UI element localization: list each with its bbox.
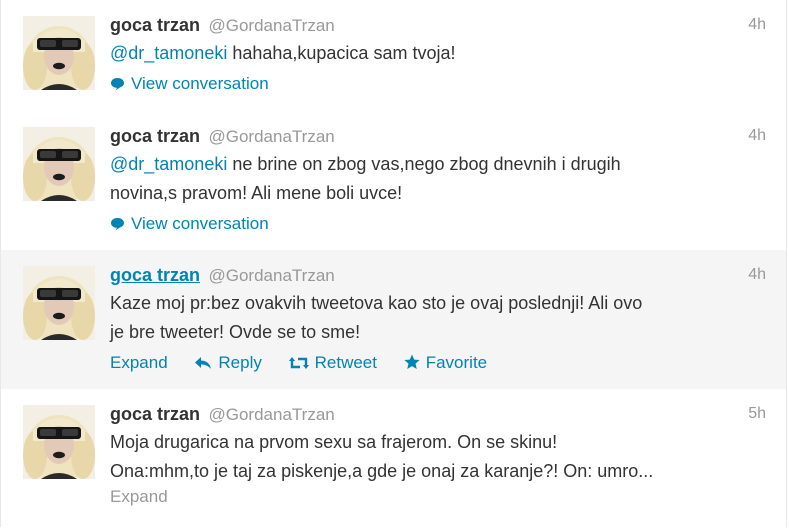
tweet-text: Kaze moj pr:bez ovakvih tweetova kao sto… <box>110 289 766 347</box>
tweet-item[interactable]: goca trzan @GordanaTrzan 4h Kaze moj pr:… <box>1 250 786 390</box>
retweet-label[interactable]: Retweet <box>315 353 377 372</box>
star-icon <box>404 354 420 369</box>
tweet-text: @dr_tamoneki ne brine on zbog vas,nego z… <box>110 150 766 208</box>
tweet-timestamp[interactable]: 4h <box>748 125 766 147</box>
reply-label[interactable]: Reply <box>218 353 261 372</box>
tweet-text-line: Kaze moj pr:bez ovakvih tweetova kao sto… <box>110 293 643 313</box>
avatar[interactable] <box>23 127 95 201</box>
tweet-text-line: novina,s pravom! Ali mene boli uvce! <box>110 183 403 203</box>
tweet-fullname[interactable]: goca trzan <box>110 265 200 285</box>
tweet-timestamp[interactable]: 4h <box>748 264 766 286</box>
reply-button[interactable]: Reply <box>194 353 262 373</box>
reply-icon <box>195 357 212 369</box>
tweet-timestamp[interactable]: 5h <box>748 403 766 425</box>
tweet-actions: Expand Reply Retweet Favorite <box>110 353 766 373</box>
avatar[interactable] <box>23 405 95 479</box>
mention-link[interactable]: @dr_tamoneki <box>110 43 227 63</box>
favorite-button[interactable]: Favorite <box>404 353 487 373</box>
tweet-item[interactable]: goca trzan @GordanaTrzan 5h Moja drugari… <box>1 389 786 529</box>
tweet-item[interactable]: goca trzan @GordanaTrzan 4h @dr_tamoneki… <box>1 0 786 112</box>
tweet-fullname[interactable]: goca trzan <box>110 404 200 424</box>
view-conversation-link[interactable]: View conversation <box>110 214 766 234</box>
tweet-text: Moja drugarica na prvom sexu sa frajerom… <box>110 428 766 486</box>
view-conversation-label[interactable]: View conversation <box>131 214 269 233</box>
conversation-bubble-icon <box>111 78 124 91</box>
tweet-text-line: Ona:mhm,to je taj za piskenje,a gde je o… <box>110 461 654 481</box>
tweet-timestamp[interactable]: 4h <box>748 14 766 36</box>
tweet-screenname[interactable]: @GordanaTrzan <box>208 266 334 285</box>
view-conversation-link[interactable]: View conversation <box>110 74 766 94</box>
tweet-text-line: hahaha,kupacica sam tvoja! <box>227 43 456 63</box>
tweet-timeline: goca trzan @GordanaTrzan 4h @dr_tamoneki… <box>0 0 787 529</box>
tweet-text-line: Moja drugarica na prvom sexu sa frajerom… <box>110 432 558 452</box>
retweet-icon <box>288 357 309 369</box>
expand-link[interactable]: Expand <box>110 487 168 506</box>
tweet-text: @dr_tamoneki hahaha,kupacica sam tvoja! <box>110 39 766 68</box>
tweet-screenname[interactable]: @GordanaTrzan <box>208 127 334 146</box>
tweet-item[interactable]: goca trzan @GordanaTrzan 4h @dr_tamoneki… <box>1 111 786 251</box>
view-conversation-label[interactable]: View conversation <box>131 74 269 93</box>
avatar[interactable] <box>23 266 95 340</box>
tweet-screenname[interactable]: @GordanaTrzan <box>208 16 334 35</box>
avatar[interactable] <box>23 16 95 90</box>
expand-link[interactable]: Expand <box>110 353 168 373</box>
tweet-fullname[interactable]: goca trzan <box>110 15 200 35</box>
tweet-text-line: je bre tweeter! Ovde se to sme! <box>110 322 361 342</box>
tweet-screenname[interactable]: @GordanaTrzan <box>208 405 334 424</box>
conversation-bubble-icon <box>111 218 124 231</box>
tweet-fullname[interactable]: goca trzan <box>110 126 200 146</box>
favorite-label[interactable]: Favorite <box>426 353 487 372</box>
tweet-text-line: ne brine on zbog vas,nego zbog dnevnih i… <box>227 154 621 174</box>
retweet-button[interactable]: Retweet <box>288 353 377 373</box>
mention-link[interactable]: @dr_tamoneki <box>110 154 227 174</box>
